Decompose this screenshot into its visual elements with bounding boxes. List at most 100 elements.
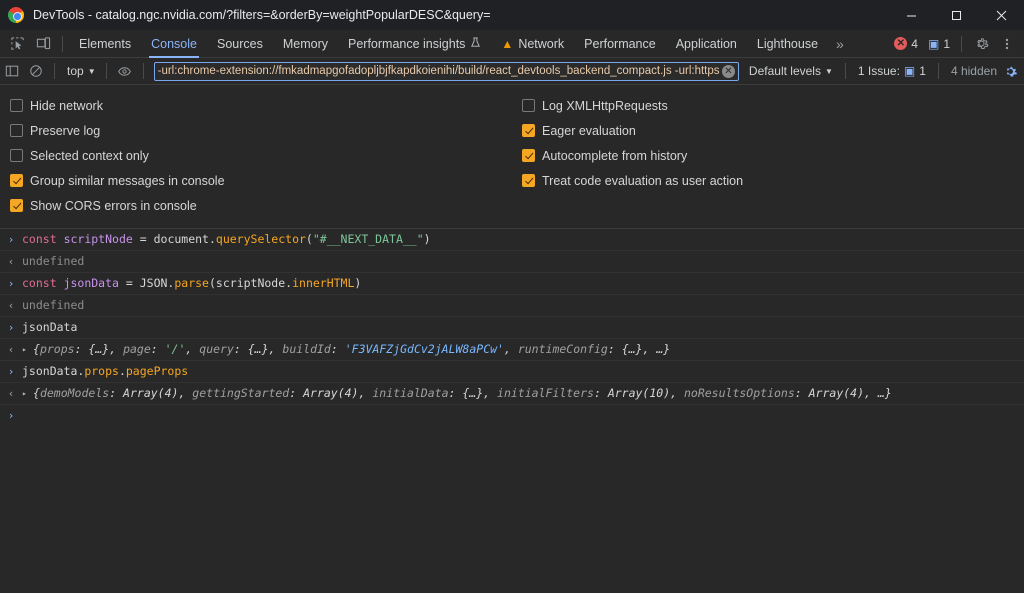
device-toolbar-icon[interactable] [30,31,56,57]
checkbox-show-cors-errors-in-console[interactable] [10,199,23,212]
checkbox-selected-context-only[interactable] [10,149,23,162]
setting-row-treat-code-evaluation-as-user-action[interactable]: Treat code evaluation as user action [522,168,1024,193]
tab-sources[interactable]: Sources [207,30,273,58]
flask-icon [470,37,481,51]
code-token: JSON. [140,276,175,290]
gear-icon[interactable] [968,31,994,57]
warning-triangle-icon: ▲ [501,38,513,50]
object-token: : [234,342,248,356]
setting-label: Hide network [30,99,103,113]
execution-context-selector[interactable]: top ▼ [61,64,100,78]
console-input-row[interactable]: ›jsonData.props.pageProps [0,361,1024,383]
checkbox-log-xmlhttprequests[interactable] [522,99,535,112]
log-level-label: Default levels [749,64,821,78]
more-tabs-chevron-icon[interactable]: » [828,36,852,52]
setting-row-autocomplete-from-history[interactable]: Autocomplete from history [522,143,1024,168]
object-token: gettingStarted [192,386,289,400]
console-filter-bar: top ▼ ✕ Default levels ▼ 1 Issue: ▣ 1 4 … [0,58,1024,85]
object-token: {…} [622,342,643,356]
checkbox-group-similar-messages-in-console[interactable] [10,174,23,187]
hidden-messages-label[interactable]: 4 hidden [945,64,1003,78]
clear-console-icon[interactable] [24,59,48,83]
console-prompt-row[interactable]: › [0,405,1024,426]
setting-row-log-xmlhttprequests[interactable]: Log XMLHttpRequests [522,93,1024,118]
console-object-preview[interactable]: {props: {…}, page: '/', query: {…}, buil… [33,341,670,358]
setting-row-selected-context-only[interactable]: Selected context only [10,143,512,168]
console-input-row[interactable]: ›const scriptNode = document.querySelect… [0,229,1024,251]
object-token: { [33,342,40,356]
inspect-element-icon[interactable] [4,31,30,57]
tab-network[interactable]: ▲ Network [491,30,574,58]
filterbar-divider [143,63,144,79]
clear-filter-icon[interactable]: ✕ [722,65,735,78]
object-token: Array(4) [123,386,178,400]
chrome-logo-icon [8,7,24,23]
tab-label: Console [151,37,197,51]
console-sidebar-icon[interactable] [0,59,24,83]
setting-row-show-cors-errors-in-console[interactable]: Show CORS errors in console [10,193,512,218]
toolbar-divider [62,36,63,52]
tab-console[interactable]: Console [141,30,207,58]
setting-label: Group similar messages in console [30,174,225,188]
setting-row-eager-evaluation[interactable]: Eager evaluation [522,118,1024,143]
code-token [57,232,64,246]
console-input-row[interactable]: ›jsonData [0,317,1024,339]
checkbox-treat-code-evaluation-as-user-action[interactable] [522,174,535,187]
code-token: ) [424,232,431,246]
tab-performance[interactable]: Performance [574,30,666,58]
object-token: {…} [248,342,269,356]
window-title: DevTools - catalog.ngc.nvidia.com/?filte… [33,8,491,22]
live-expression-icon[interactable] [113,59,137,83]
checkbox-eager-evaluation[interactable] [522,124,535,137]
error-count-badge[interactable]: ✕ 4 [889,37,923,51]
tab-lighthouse[interactable]: Lighthouse [747,30,828,58]
object-token: : [289,386,303,400]
console-object-preview[interactable]: {demoModels: Array(4), gettingStarted: A… [33,385,892,402]
kebab-menu-icon[interactable] [994,31,1020,57]
setting-row-group-similar-messages-in-console[interactable]: Group similar messages in console [10,168,512,193]
object-token: : [608,342,622,356]
message-count-badge[interactable]: ▣ 1 [923,37,955,51]
object-token: : [151,342,165,356]
console-object-output-row[interactable]: ‹▸{props: {…}, page: '/', query: {…}, bu… [0,339,1024,361]
setting-row-hide-network[interactable]: Hide network [10,93,512,118]
console-output-row[interactable]: ‹undefined [0,295,1024,317]
checkbox-hide-network[interactable] [10,99,23,112]
console-input-marker-icon: › [0,319,22,336]
setting-row-preserve-log[interactable]: Preserve log [10,118,512,143]
filter-input[interactable] [158,65,722,77]
object-token: , [185,342,199,356]
tab-application[interactable]: Application [666,30,747,58]
checkbox-preserve-log[interactable] [10,124,23,137]
expand-triangle-icon[interactable]: ▸ [22,341,33,358]
object-token: Array(4) [303,386,358,400]
setting-label: Show CORS errors in console [30,199,197,213]
maximize-button[interactable] [934,0,979,30]
minimize-button[interactable] [889,0,934,30]
window-title-bar: DevTools - catalog.ngc.nvidia.com/?filte… [0,0,1024,30]
console-output-row[interactable]: ‹undefined [0,251,1024,273]
console-input-marker-icon: › [0,363,22,380]
issues-link[interactable]: 1 Issue: ▣ 1 [852,64,932,78]
tab-performance-insights[interactable]: Performance insights [338,30,491,58]
console-object-output-row[interactable]: ‹▸{demoModels: Array(4), gettingStarted:… [0,383,1024,405]
checkbox-autocomplete-from-history[interactable] [522,149,535,162]
filter-input-wrapper[interactable]: ✕ [154,62,739,81]
code-token: document. [154,232,216,246]
code-token: jsonData [22,320,77,334]
message-count-label: 1 [943,37,950,51]
console-output-value: undefined [22,297,84,314]
object-token: , [358,386,372,400]
tab-elements[interactable]: Elements [69,30,141,58]
object-token: runtimeConfig [518,342,608,356]
close-button[interactable] [979,0,1024,30]
tab-memory[interactable]: Memory [273,30,338,58]
console-input-row[interactable]: ›const jsonData = JSON.parse(scriptNode.… [0,273,1024,295]
expand-triangle-icon[interactable]: ▸ [22,385,33,402]
log-level-selector[interactable]: Default levels ▼ [743,64,839,78]
console-settings-gear-icon[interactable] [1003,64,1024,79]
tab-label: Elements [79,37,131,51]
object-token: , [504,342,518,356]
code-token: = [119,276,140,290]
console-message-list[interactable]: ›const scriptNode = document.querySelect… [0,229,1024,593]
